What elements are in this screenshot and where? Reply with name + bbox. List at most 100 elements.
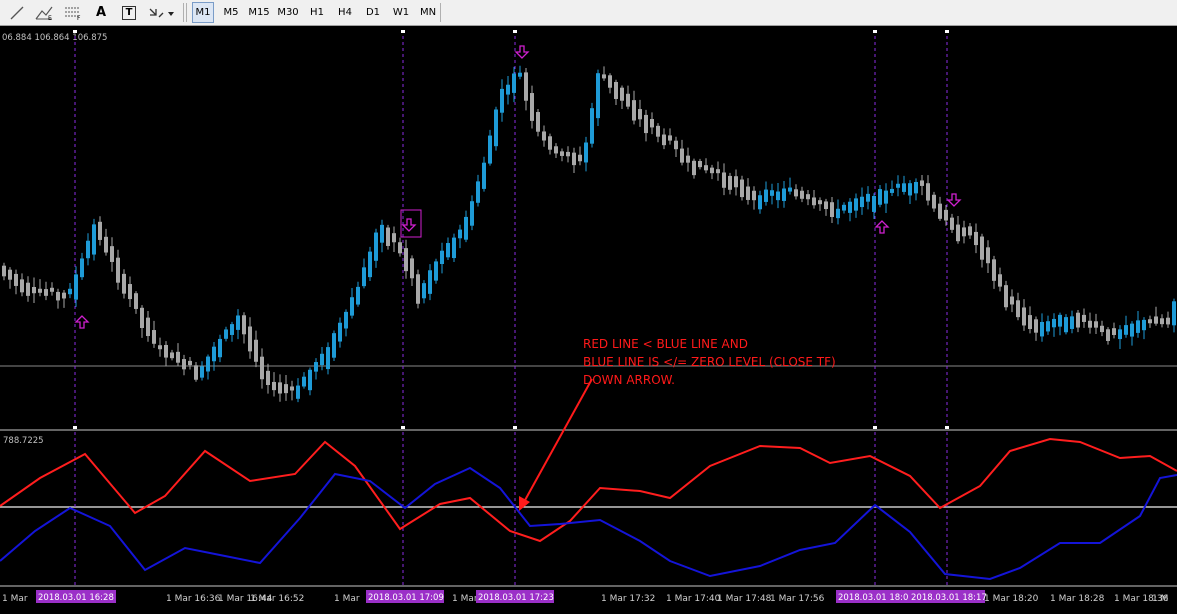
candle-body [644, 114, 648, 134]
candle-body [572, 152, 576, 166]
timeframe-m1-button[interactable]: M1 [192, 2, 214, 23]
red-signal-line [0, 437, 1177, 543]
candle-body [854, 198, 858, 211]
candle-body [1094, 321, 1098, 328]
text-label-icon: T [121, 5, 137, 20]
candle-body [350, 297, 354, 316]
svg-text:F: F [77, 15, 81, 21]
candle-body [560, 151, 564, 156]
candle-body [410, 258, 414, 279]
vline-handle-mid [513, 426, 517, 429]
candle-body [308, 369, 312, 391]
svg-text:E: E [48, 15, 52, 21]
candle-body [866, 193, 870, 202]
fibo-fan-button[interactable]: E [32, 2, 56, 23]
timeframe-w1-button[interactable]: W1 [389, 2, 413, 23]
candle-body [278, 382, 282, 394]
candle-body [776, 191, 780, 201]
candle-body [182, 359, 186, 370]
candle-body [752, 190, 756, 201]
candle-body [806, 194, 810, 200]
candle-body [422, 283, 426, 299]
candle-body [1016, 300, 1020, 318]
timeframe-m5-button[interactable]: M5 [219, 2, 243, 23]
candle-body [698, 161, 702, 168]
candle-body [1130, 323, 1134, 337]
toolbar-separator [440, 3, 441, 22]
candle-body [368, 251, 372, 278]
candle-body [518, 72, 522, 77]
candle-body [146, 317, 150, 337]
candle-body [578, 154, 582, 162]
candle-body [446, 243, 450, 258]
timeframe-mn-button[interactable]: MN [416, 2, 440, 23]
vline-handle-mid [73, 426, 77, 429]
candle-body [980, 236, 984, 260]
candle-body [398, 242, 402, 254]
candle-body [1022, 307, 1026, 326]
candle-body [1124, 325, 1128, 335]
candle-body [1100, 325, 1104, 333]
chart-area[interactable]: 06.884 106.864 106.875 788.7225 RED LINE… [0, 26, 1177, 610]
blue-signal-line [0, 466, 1177, 581]
candle-body [374, 232, 378, 261]
candle-body [1004, 285, 1008, 308]
annotation-line-2: BLUE LINE IS </= ZERO LEVEL (CLOSE TF) [583, 355, 836, 369]
timeframe-h1-button[interactable]: H1 [305, 2, 329, 23]
timeframe-m30-button[interactable]: M30 [275, 2, 301, 23]
candle-body [626, 93, 630, 107]
time-highlight-label: 2018.03.01 17:09 [368, 593, 444, 603]
candle-body [566, 151, 570, 157]
candle-body [794, 189, 798, 197]
candle-body [284, 384, 288, 394]
up-arrow-icon [74, 315, 90, 329]
candle-body [1052, 318, 1056, 328]
candle-body [2, 265, 6, 277]
candle-body [176, 351, 180, 363]
candle-body [1076, 312, 1080, 328]
chart-canvas[interactable]: 06.884 106.864 106.875 788.7225 RED LINE… [0, 26, 1177, 610]
candle-body [908, 183, 912, 196]
vline-handle-top [73, 30, 77, 33]
vline-handle-top [945, 30, 949, 33]
candle-body [1160, 318, 1164, 325]
candle-body [986, 247, 990, 264]
line-tool-button[interactable] [6, 2, 28, 23]
fibo-retracement-button[interactable]: F [61, 2, 85, 23]
candle-body [38, 288, 42, 293]
time-axis-label: 1 Mar 18:28 [1050, 594, 1105, 604]
candle-body [836, 208, 840, 219]
candle-body [296, 385, 300, 399]
candle-body [50, 287, 54, 292]
arrows-dropdown-icon [149, 8, 174, 17]
candle-body [950, 217, 954, 230]
candle-body [320, 353, 324, 366]
candle-body [158, 345, 162, 350]
candle-body [314, 362, 318, 372]
timeframe-d1-button[interactable]: D1 [361, 2, 385, 23]
candle-body [428, 270, 432, 294]
up-arrow-icon [874, 220, 890, 234]
text-tool-button[interactable]: A [90, 2, 112, 23]
candle-body [1118, 329, 1122, 340]
candle-body [818, 200, 822, 205]
vline-handle-mid [873, 426, 877, 429]
candle-body [782, 188, 786, 201]
timeframe-m15-button[interactable]: M15 [246, 2, 272, 23]
candle-body [920, 180, 924, 186]
candle-body [476, 181, 480, 203]
candle-body [746, 186, 750, 200]
vline-handle-top [401, 30, 405, 33]
candle-body [896, 183, 900, 188]
time-axis-label: 1 Mar 17:56 [770, 594, 825, 604]
candle-body [770, 190, 774, 196]
candle-body [356, 286, 360, 305]
text-label-button[interactable]: T [118, 2, 140, 23]
timeframe-h4-button[interactable]: H4 [333, 2, 357, 23]
candle-body [140, 307, 144, 328]
candle-body [206, 356, 210, 372]
time-highlight-label: 2018.03.01 18:17 [911, 593, 987, 603]
arrows-dropdown-button[interactable] [146, 2, 176, 23]
candle-body [962, 227, 966, 237]
candle-body [800, 190, 804, 199]
